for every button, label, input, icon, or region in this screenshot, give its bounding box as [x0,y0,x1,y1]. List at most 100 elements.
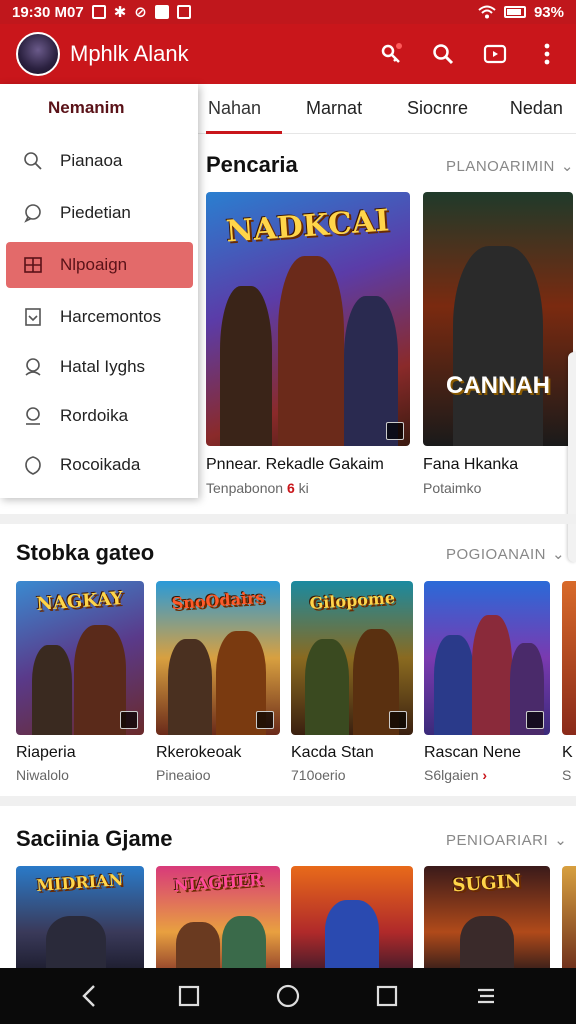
more-vert-icon[interactable] [534,41,560,67]
game-subtitle-accent: 6 [286,480,295,496]
section-divider [0,796,576,806]
section-more-link[interactable]: PLANOARIMIN ⌄ [446,157,574,176]
section-more-label: PLANOARIMIN [446,157,555,175]
game-subtitle: S [562,767,572,783]
drawer-item-hatal-iyghs[interactable]: Hatal Iyghs [6,344,193,390]
media-icon [176,5,191,19]
drawer-item-nlpoaign[interactable]: Nlpoaign [6,242,193,288]
game-subtitle: Potaimko [423,480,482,496]
search-icon[interactable] [430,41,456,67]
game-thumbnail: NAGKAY [16,581,144,735]
notification-icon [91,5,106,19]
badge-icon [386,422,404,440]
section-more-link[interactable]: POGIOANAIN ⌄ [446,545,566,564]
avatar[interactable] [16,32,60,76]
drawer-item-rocoikada[interactable]: Rocoikada [6,442,193,488]
tab-nedan[interactable]: Nedan [500,84,576,134]
section-stobka: Stobka gateo POGIOANAIN ⌄ NAGKAY Riaperi… [0,524,576,804]
play-box-icon[interactable] [482,41,508,67]
game-title: Kacda Stan [291,744,374,761]
tab-siocnre[interactable]: Siocnre [397,84,492,134]
game-card[interactable] [562,866,576,968]
game-thumbnail [424,581,550,735]
game-thumbnail: NIAGHER [156,866,280,968]
battery-icon [503,6,526,18]
game-subtitle-text: Tenpabonon [206,480,284,496]
status-bar: 19:30 M07 ✱ ⊘ 93% [0,0,576,24]
game-card[interactable]: MIDRIAN [16,866,144,968]
game-card[interactable]: SUGIN [424,866,550,968]
drawer-item-piedetian[interactable]: Piedetian [6,190,193,236]
status-time: 19:30 M07 [12,3,84,21]
game-card[interactable] [291,866,413,968]
game-subtitle: 710oerio [291,767,346,783]
game-title: Riaperia [16,744,76,761]
game-thumbnail [562,866,576,968]
navigation-drawer: Nemanim Pianaoa Piedetian Nlpoaign Harce… [0,84,198,498]
game-logo-art: SnoOdairs [170,588,265,614]
game-thumbnail: MIDRIAN [16,866,144,968]
recents-icon[interactable] [367,976,407,1016]
chevron-down-icon: ⌄ [552,546,566,563]
game-subtitle: Niwalolo [16,767,69,783]
badge-icon [389,711,407,729]
game-title: Fana Hkanka [423,456,519,473]
user-icon [22,356,44,378]
app-bar: Mphlk Alank [0,24,576,84]
battery-level: 93% [533,3,564,21]
game-card[interactable]: NADKCAI Pnnear. Rekadle Gakaim Tenpabono… [206,192,410,502]
tab-nahan[interactable]: Nahan [198,84,283,134]
game-thumbnail: NADKCAI [206,192,410,446]
home-icon[interactable] [268,976,308,1016]
game-subtitle-text: S6lgaien [424,767,479,783]
game-thumbnail [562,581,576,735]
game-subtitle-tail: ki [298,480,309,496]
section-more-link[interactable]: PENIOARIARI ⌄ [446,831,568,850]
game-card[interactable]: NIAGHER [156,866,280,968]
game-logo-art: NADKCAI [225,203,391,250]
shield-icon [22,454,44,476]
chevron-right-icon: › [482,767,488,783]
game-card[interactable]: K S [562,581,576,791]
game-subtitle: Tenpabonon 6 ki [206,480,309,496]
document-icon [22,306,44,328]
game-card[interactable]: Rascan Nene S6lgaien › [424,581,550,791]
back-icon[interactable] [70,976,110,1016]
wifi-icon [478,5,496,19]
game-card[interactable]: NAGKAY Riaperia Niwalolo [16,581,144,791]
game-thumbnail [291,866,413,968]
drawer-item-rordoika[interactable]: Rordoika [6,393,193,439]
game-logo-art: SUGIN [451,870,523,897]
tab-marnat[interactable]: Marnat [296,84,391,134]
app-title: Mphlk Alank [70,41,189,66]
game-card[interactable]: CANNAH Fana Hkanka Potaimko [423,192,573,502]
section-title: Pencaria [206,152,298,177]
game-thumbnail: SnoOdairs [156,581,280,735]
key-icon[interactable] [378,41,404,67]
menu-icon[interactable] [466,976,506,1016]
section-title: Stobka gateo [16,540,155,565]
system-nav-bar [0,968,576,1024]
section-more-label: PENIOARIARI [446,831,549,849]
chat-icon [22,202,44,224]
overview-icon[interactable] [169,976,209,1016]
chevron-down-icon: ⌄ [554,832,568,849]
badge-icon [120,711,138,729]
section-divider [0,514,576,524]
game-title: K [562,744,573,761]
settings-status-icon: ✱ [113,4,127,21]
search-icon [22,150,44,172]
section-more-label: POGIOANAIN [446,545,547,563]
tab-bar: Nahan Marnat Siocnre Nedan [196,84,576,134]
grid-icon [22,254,44,276]
message-icon [154,5,169,19]
game-card[interactable]: Gilopome Kacda Stan 710oerio [291,581,413,791]
game-thumbnail: Gilopome [291,581,413,735]
drawer-item-label: Hatal Iyghs [60,357,146,376]
drawer-item-harcemontos[interactable]: Harcemontos [6,294,193,340]
chevron-down-icon: ⌄ [560,158,574,175]
game-title: Rascan Nene [424,744,521,761]
drawer-item-pianaoa[interactable]: Pianaoa [6,138,193,184]
game-title: Rkerokeoak [156,744,242,761]
game-card[interactable]: SnoOdairs Rkerokeoak Pineaioo [156,581,280,791]
